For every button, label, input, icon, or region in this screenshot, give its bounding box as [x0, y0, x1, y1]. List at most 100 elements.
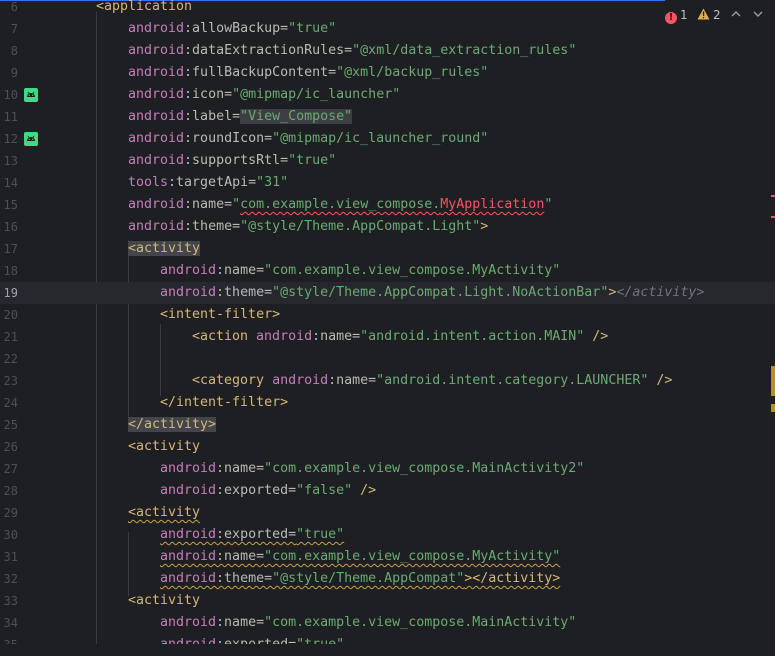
line-code[interactable]: android:roundIcon="@mipmap/ic_launcher_r… — [128, 128, 488, 150]
line-code[interactable]: <activity — [128, 436, 200, 458]
line-number[interactable]: 23 — [0, 370, 18, 392]
line-number[interactable]: 32 — [0, 568, 18, 590]
code-line[interactable]: 27 android:name="com.example.view_compose… — [0, 458, 775, 480]
error-stripe-marker[interactable] — [771, 216, 775, 218]
previous-highlight-icon[interactable] — [729, 6, 743, 22]
line-code[interactable]: </intent-filter> — [160, 392, 288, 414]
warning-stripe-marker[interactable] — [771, 404, 775, 412]
code-line[interactable]: 19 android:theme="@style/Theme.AppCompat.… — [0, 282, 775, 304]
line-code[interactable]: android:exported="true" — [160, 524, 344, 546]
code-line[interactable]: 25 </activity> — [0, 414, 775, 436]
line-number[interactable]: 22 — [0, 348, 18, 370]
code-line[interactable]: 8 android:dataExtractionRules="@xml/data_… — [0, 40, 775, 62]
line-number[interactable]: 19 — [0, 282, 18, 304]
line-number[interactable]: 9 — [0, 62, 18, 84]
line-code[interactable]: android:exported="false" /> — [160, 480, 376, 502]
error-stripe-marker[interactable] — [771, 195, 775, 197]
line-number[interactable]: 25 — [0, 414, 18, 436]
code-token: :theme= — [184, 219, 241, 234]
line-number[interactable]: 20 — [0, 304, 18, 326]
line-number[interactable]: 8 — [0, 40, 18, 62]
code-line[interactable]: 32 android:theme="@style/Theme.AppCompat"… — [0, 568, 775, 590]
error-count[interactable]: ! 1 — [665, 7, 688, 24]
line-code[interactable]: <action android:name="android.intent.act… — [192, 326, 608, 348]
line-number[interactable]: 17 — [0, 238, 18, 260]
code-line[interactable]: 15 android:name="com.example.view_compose… — [0, 194, 775, 216]
code-line[interactable]: 14 tools:targetApi="31" — [0, 172, 775, 194]
code-line[interactable]: 9 android:fullBackupContent="@xml/backup_… — [0, 62, 775, 84]
line-number[interactable]: 13 — [0, 150, 18, 172]
line-code[interactable]: android:name="com.example.view_compose.M… — [160, 612, 576, 634]
line-code[interactable]: android:label="View_Compose" — [128, 106, 353, 128]
code-line[interactable]: 24 </intent-filter> — [0, 392, 775, 414]
code-line[interactable]: 20 <intent-filter> — [0, 304, 775, 326]
line-code[interactable]: <activity — [128, 590, 200, 612]
line-code[interactable]: android:fullBackupContent="@xml/backup_r… — [128, 62, 488, 84]
line-code[interactable]: android:name="com.example.view_compose.M… — [160, 458, 584, 480]
code-line[interactable]: 26 <activity — [0, 436, 775, 458]
line-code[interactable]: android:name="com.example.view_compose.M… — [160, 260, 560, 282]
line-number[interactable]: 14 — [0, 172, 18, 194]
code-line[interactable]: 11 android:label="View_Compose" — [0, 106, 775, 128]
code-line[interactable]: 34 android:name="com.example.view_compose… — [0, 612, 775, 634]
line-number[interactable]: 15 — [0, 194, 18, 216]
line-number[interactable]: 29 — [0, 502, 18, 524]
code-line[interactable]: 21 <action android:name="android.intent.a… — [0, 326, 775, 348]
code-line[interactable]: 16 android:theme="@style/Theme.AppCompat.… — [0, 216, 775, 238]
line-code[interactable]: android:name="com.example.view_compose.M… — [128, 194, 552, 216]
next-highlight-icon[interactable] — [751, 6, 765, 22]
line-code[interactable]: android:dataExtractionRules="@xml/data_e… — [128, 40, 576, 62]
android-icon[interactable] — [24, 132, 38, 146]
line-code[interactable]: <activity — [128, 238, 201, 260]
line-code[interactable]: <intent-filter> — [160, 304, 280, 326]
line-number[interactable]: 18 — [0, 260, 18, 282]
code-line[interactable]: 10 android:icon="@mipmap/ic_launcher" — [0, 84, 775, 106]
line-number[interactable]: 7 — [0, 18, 18, 40]
warning-count[interactable]: 2 — [697, 7, 721, 23]
line-code[interactable]: android:name="com.example.view_compose.M… — [160, 546, 560, 568]
code-line[interactable]: 22 — [0, 348, 775, 370]
code-line[interactable]: 23 <category android:name="android.intent… — [0, 370, 775, 392]
code-line[interactable]: 12 android:roundIcon="@mipmap/ic_launcher… — [0, 128, 775, 150]
line-code[interactable]: android:theme="@style/Theme.AppCompat.Li… — [128, 216, 488, 238]
code-line[interactable]: 30 android:exported="true" — [0, 524, 775, 546]
code-line[interactable]: 18 android:name="com.example.view_compose… — [0, 260, 775, 282]
line-code[interactable]: <activity — [128, 502, 200, 524]
line-code[interactable]: android:theme="@style/Theme.AppCompat.Li… — [160, 282, 704, 304]
code-editor[interactable]: 6 <application 7 android:allowBackup="true"… — [0, 0, 775, 652]
code-line[interactable]: 6 <application — [0, 0, 775, 18]
line-code[interactable]: <application — [96, 0, 192, 18]
line-number[interactable]: 6 — [0, 0, 18, 18]
line-number[interactable]: 12 — [0, 128, 18, 150]
line-code[interactable]: android:allowBackup="true" — [128, 18, 336, 40]
line-code[interactable]: android:supportsRtl="true" — [128, 150, 336, 172]
line-number[interactable]: 31 — [0, 546, 18, 568]
inspection-widget[interactable]: ! 1 2 — [665, 0, 775, 30]
code-token: :name= — [312, 329, 361, 344]
code-line[interactable]: 31 android:name="com.example.view_compose… — [0, 546, 775, 568]
line-number[interactable]: 28 — [0, 480, 18, 502]
line-number[interactable]: 27 — [0, 458, 18, 480]
code-line[interactable]: 17 <activity — [0, 238, 775, 260]
code-line[interactable]: 33 <activity — [0, 590, 775, 612]
warning-stripe-marker[interactable] — [771, 366, 775, 396]
line-number[interactable]: 33 — [0, 590, 18, 612]
line-number[interactable]: 30 — [0, 524, 18, 546]
line-code[interactable]: tools:targetApi="31" — [128, 172, 288, 194]
line-number[interactable]: 34 — [0, 612, 18, 634]
code-line[interactable]: 28 android:exported="false" /> — [0, 480, 775, 502]
line-number[interactable]: 24 — [0, 392, 18, 414]
code-line[interactable]: 29 <activity — [0, 502, 775, 524]
code-line[interactable]: 13 android:supportsRtl="true" — [0, 150, 775, 172]
android-icon[interactable] — [24, 88, 38, 102]
line-code[interactable]: <category android:name="android.intent.c… — [192, 370, 672, 392]
line-number[interactable]: 21 — [0, 326, 18, 348]
line-number[interactable]: 26 — [0, 436, 18, 458]
line-code[interactable]: android:icon="@mipmap/ic_launcher" — [128, 84, 400, 106]
line-number[interactable]: 10 — [0, 84, 18, 106]
line-code[interactable]: android:theme="@style/Theme.AppCompat"><… — [160, 568, 560, 590]
line-number[interactable]: 11 — [0, 106, 18, 128]
line-number[interactable]: 16 — [0, 216, 18, 238]
line-code[interactable]: </activity> — [128, 414, 217, 436]
code-line[interactable]: 7 android:allowBackup="true" — [0, 18, 775, 40]
